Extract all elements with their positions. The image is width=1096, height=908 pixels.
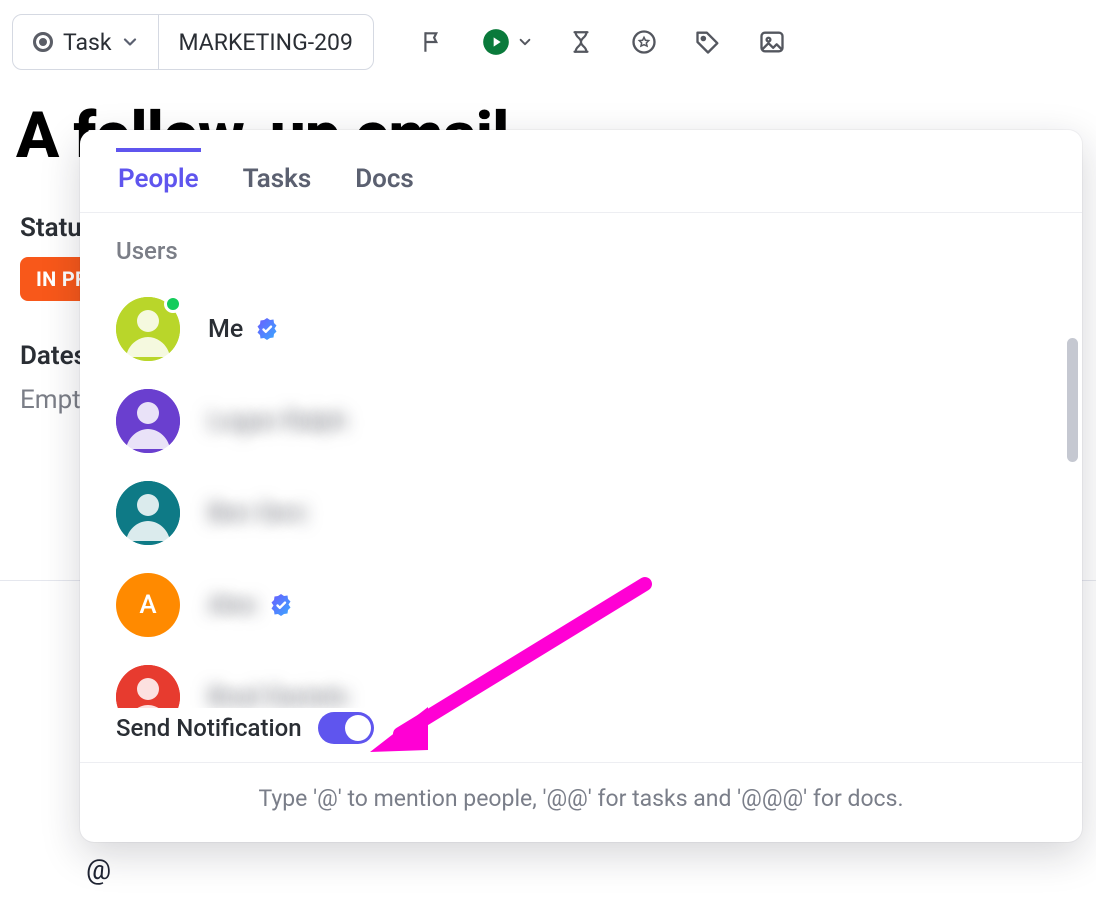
comment-input-text[interactable]: @ <box>0 853 1096 886</box>
task-id-value: MARKETING-209 <box>179 29 353 56</box>
user-list: Users Me Logan Ralph Ben Serz A Alex Brad Dan… <box>80 213 1082 708</box>
avatar <box>116 389 180 453</box>
toggle-knob <box>345 715 371 741</box>
user-row[interactable]: A Alex <box>116 559 1046 651</box>
play-icon <box>482 28 510 56</box>
user-name: Logan Ralph <box>208 407 347 436</box>
avatar <box>116 665 180 708</box>
user-name: Alex <box>208 591 293 620</box>
users-section-label: Users <box>116 237 1046 265</box>
priority-button[interactable] <box>630 28 658 56</box>
flag-button[interactable] <box>420 29 446 55</box>
user-name-text: Alex <box>208 591 257 620</box>
avatar <box>116 297 180 361</box>
mention-hint: Type '@' to mention people, '@@' for tas… <box>80 762 1082 842</box>
send-notification-row: Send Notification <box>80 708 1082 762</box>
tab-docs[interactable]: Docs <box>353 148 416 212</box>
image-icon <box>758 28 786 56</box>
user-row[interactable]: Logan Ralph <box>116 375 1046 467</box>
mention-popover: People Tasks Docs Users Me Logan Ralph Ben… <box>80 130 1082 842</box>
toolbar-icons <box>420 28 786 56</box>
scrollbar-thumb[interactable] <box>1067 338 1078 462</box>
tab-tasks[interactable]: Tasks <box>241 148 314 212</box>
user-name-text: Ben Serz <box>208 499 307 528</box>
presence-indicator <box>164 295 182 313</box>
chevron-down-icon <box>122 34 138 50</box>
hourglass-icon <box>568 29 594 55</box>
send-notification-toggle[interactable] <box>318 712 374 744</box>
record-icon <box>33 32 53 52</box>
user-name-text: Logan Ralph <box>208 407 347 436</box>
image-button[interactable] <box>758 28 786 56</box>
play-button[interactable] <box>482 28 532 56</box>
user-name: Ben Serz <box>208 499 307 528</box>
user-row[interactable]: Ben Serz <box>116 467 1046 559</box>
star-badge-icon <box>630 28 658 56</box>
user-name-text: Me <box>208 315 243 344</box>
popover-tabs: People Tasks Docs <box>80 130 1082 213</box>
send-notification-label: Send Notification <box>116 714 302 742</box>
verified-badge-icon <box>255 317 279 341</box>
task-type-dropdown[interactable]: Task <box>13 15 159 69</box>
time-button[interactable] <box>568 29 594 55</box>
user-name-text: Brad Daniels <box>208 683 349 709</box>
avatar: A <box>116 573 180 637</box>
user-name: Brad Daniels <box>208 683 349 709</box>
flag-icon <box>420 29 446 55</box>
user-row[interactable]: Me <box>116 283 1046 375</box>
task-type-label: Task <box>63 29 112 56</box>
task-toolbar: Task MARKETING-209 <box>0 0 1096 70</box>
chevron-down-icon <box>518 35 532 49</box>
user-name: Me <box>208 315 279 344</box>
tag-button[interactable] <box>694 28 722 56</box>
tab-people[interactable]: People <box>116 148 201 212</box>
verified-badge-icon <box>269 593 293 617</box>
tag-icon <box>694 28 722 56</box>
avatar <box>116 481 180 545</box>
user-row[interactable]: Brad Daniels <box>116 651 1046 708</box>
task-id[interactable]: MARKETING-209 <box>159 15 373 69</box>
task-id-selector: Task MARKETING-209 <box>12 14 374 70</box>
